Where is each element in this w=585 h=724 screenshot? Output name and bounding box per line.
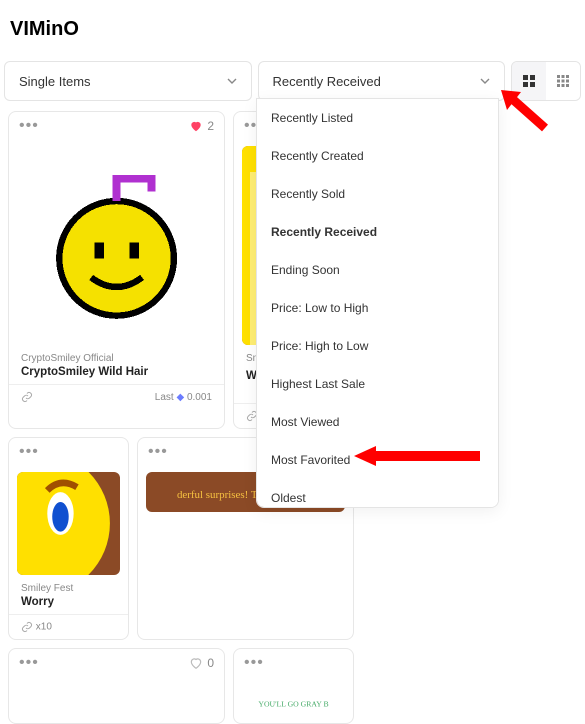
nft-image bbox=[17, 472, 120, 575]
like-count: 2 bbox=[207, 119, 214, 133]
sort-option[interactable]: Ending Soon bbox=[257, 251, 498, 289]
last-label: Last bbox=[155, 392, 174, 403]
card-menu-icon[interactable]: ••• bbox=[19, 654, 39, 672]
chevron-down-icon bbox=[480, 76, 490, 86]
nft-card[interactable]: ••• 2 CryptoSmiley Official CryptoSmiley… bbox=[8, 111, 225, 429]
sort-option[interactable]: Price: High to Low bbox=[257, 327, 498, 365]
sort-select[interactable]: Recently Received bbox=[258, 61, 506, 101]
last-price: 0.001 bbox=[187, 392, 212, 403]
collection-name: CryptoSmiley Official bbox=[21, 353, 212, 364]
nft-image: YOU'LL GO GRAY B bbox=[242, 683, 345, 723]
svg-text:YOU'LL GO GRAY B: YOU'LL GO GRAY B bbox=[258, 699, 328, 708]
item-name: Worry bbox=[21, 596, 116, 608]
link-icon bbox=[21, 391, 33, 403]
quantity: x10 bbox=[36, 622, 52, 633]
nft-card[interactable]: ••• Smiley Fest Worry x10 bbox=[8, 437, 129, 640]
annotation-arrow-icon bbox=[352, 444, 482, 468]
card-menu-icon[interactable]: ••• bbox=[19, 443, 39, 461]
like-count: 0 bbox=[207, 656, 214, 670]
type-select[interactable]: Single Items bbox=[4, 61, 252, 101]
heart-icon bbox=[189, 119, 203, 133]
sort-option[interactable]: Recently Received bbox=[257, 213, 498, 251]
card-menu-icon[interactable]: ••• bbox=[19, 117, 39, 135]
sort-option[interactable]: Price: Low to High bbox=[257, 289, 498, 327]
grid-small-icon bbox=[556, 74, 570, 88]
nft-card[interactable]: ••• 0 bbox=[8, 648, 225, 724]
sort-option[interactable]: Recently Sold bbox=[257, 175, 498, 213]
collection-name: Smiley Fest bbox=[21, 583, 116, 594]
sort-option[interactable]: Highest Last Sale bbox=[257, 365, 498, 403]
link-icon bbox=[21, 621, 33, 633]
nft-card[interactable]: ••• YOU'LL GO GRAY B bbox=[233, 648, 354, 724]
heart-icon bbox=[189, 656, 203, 670]
page-title: VIMinO bbox=[10, 18, 575, 41]
sort-option[interactable]: Most Viewed bbox=[257, 403, 498, 441]
sort-option[interactable]: Recently Listed bbox=[257, 99, 498, 137]
chevron-down-icon bbox=[227, 76, 237, 86]
like-button[interactable]: 2 bbox=[189, 119, 214, 133]
type-select-value: Single Items bbox=[19, 74, 91, 89]
sort-option[interactable]: Oldest bbox=[257, 479, 498, 508]
sort-select-value: Recently Received bbox=[273, 74, 381, 89]
annotation-arrow-icon bbox=[499, 88, 555, 134]
item-name: CryptoSmiley Wild Hair bbox=[21, 366, 212, 378]
grid-large-icon bbox=[522, 74, 536, 88]
card-menu-icon[interactable]: ••• bbox=[148, 443, 168, 461]
nft-image bbox=[17, 146, 216, 345]
sort-option[interactable]: Recently Created bbox=[257, 137, 498, 175]
card-menu-icon[interactable]: ••• bbox=[244, 654, 264, 672]
like-button[interactable]: 0 bbox=[189, 656, 214, 670]
